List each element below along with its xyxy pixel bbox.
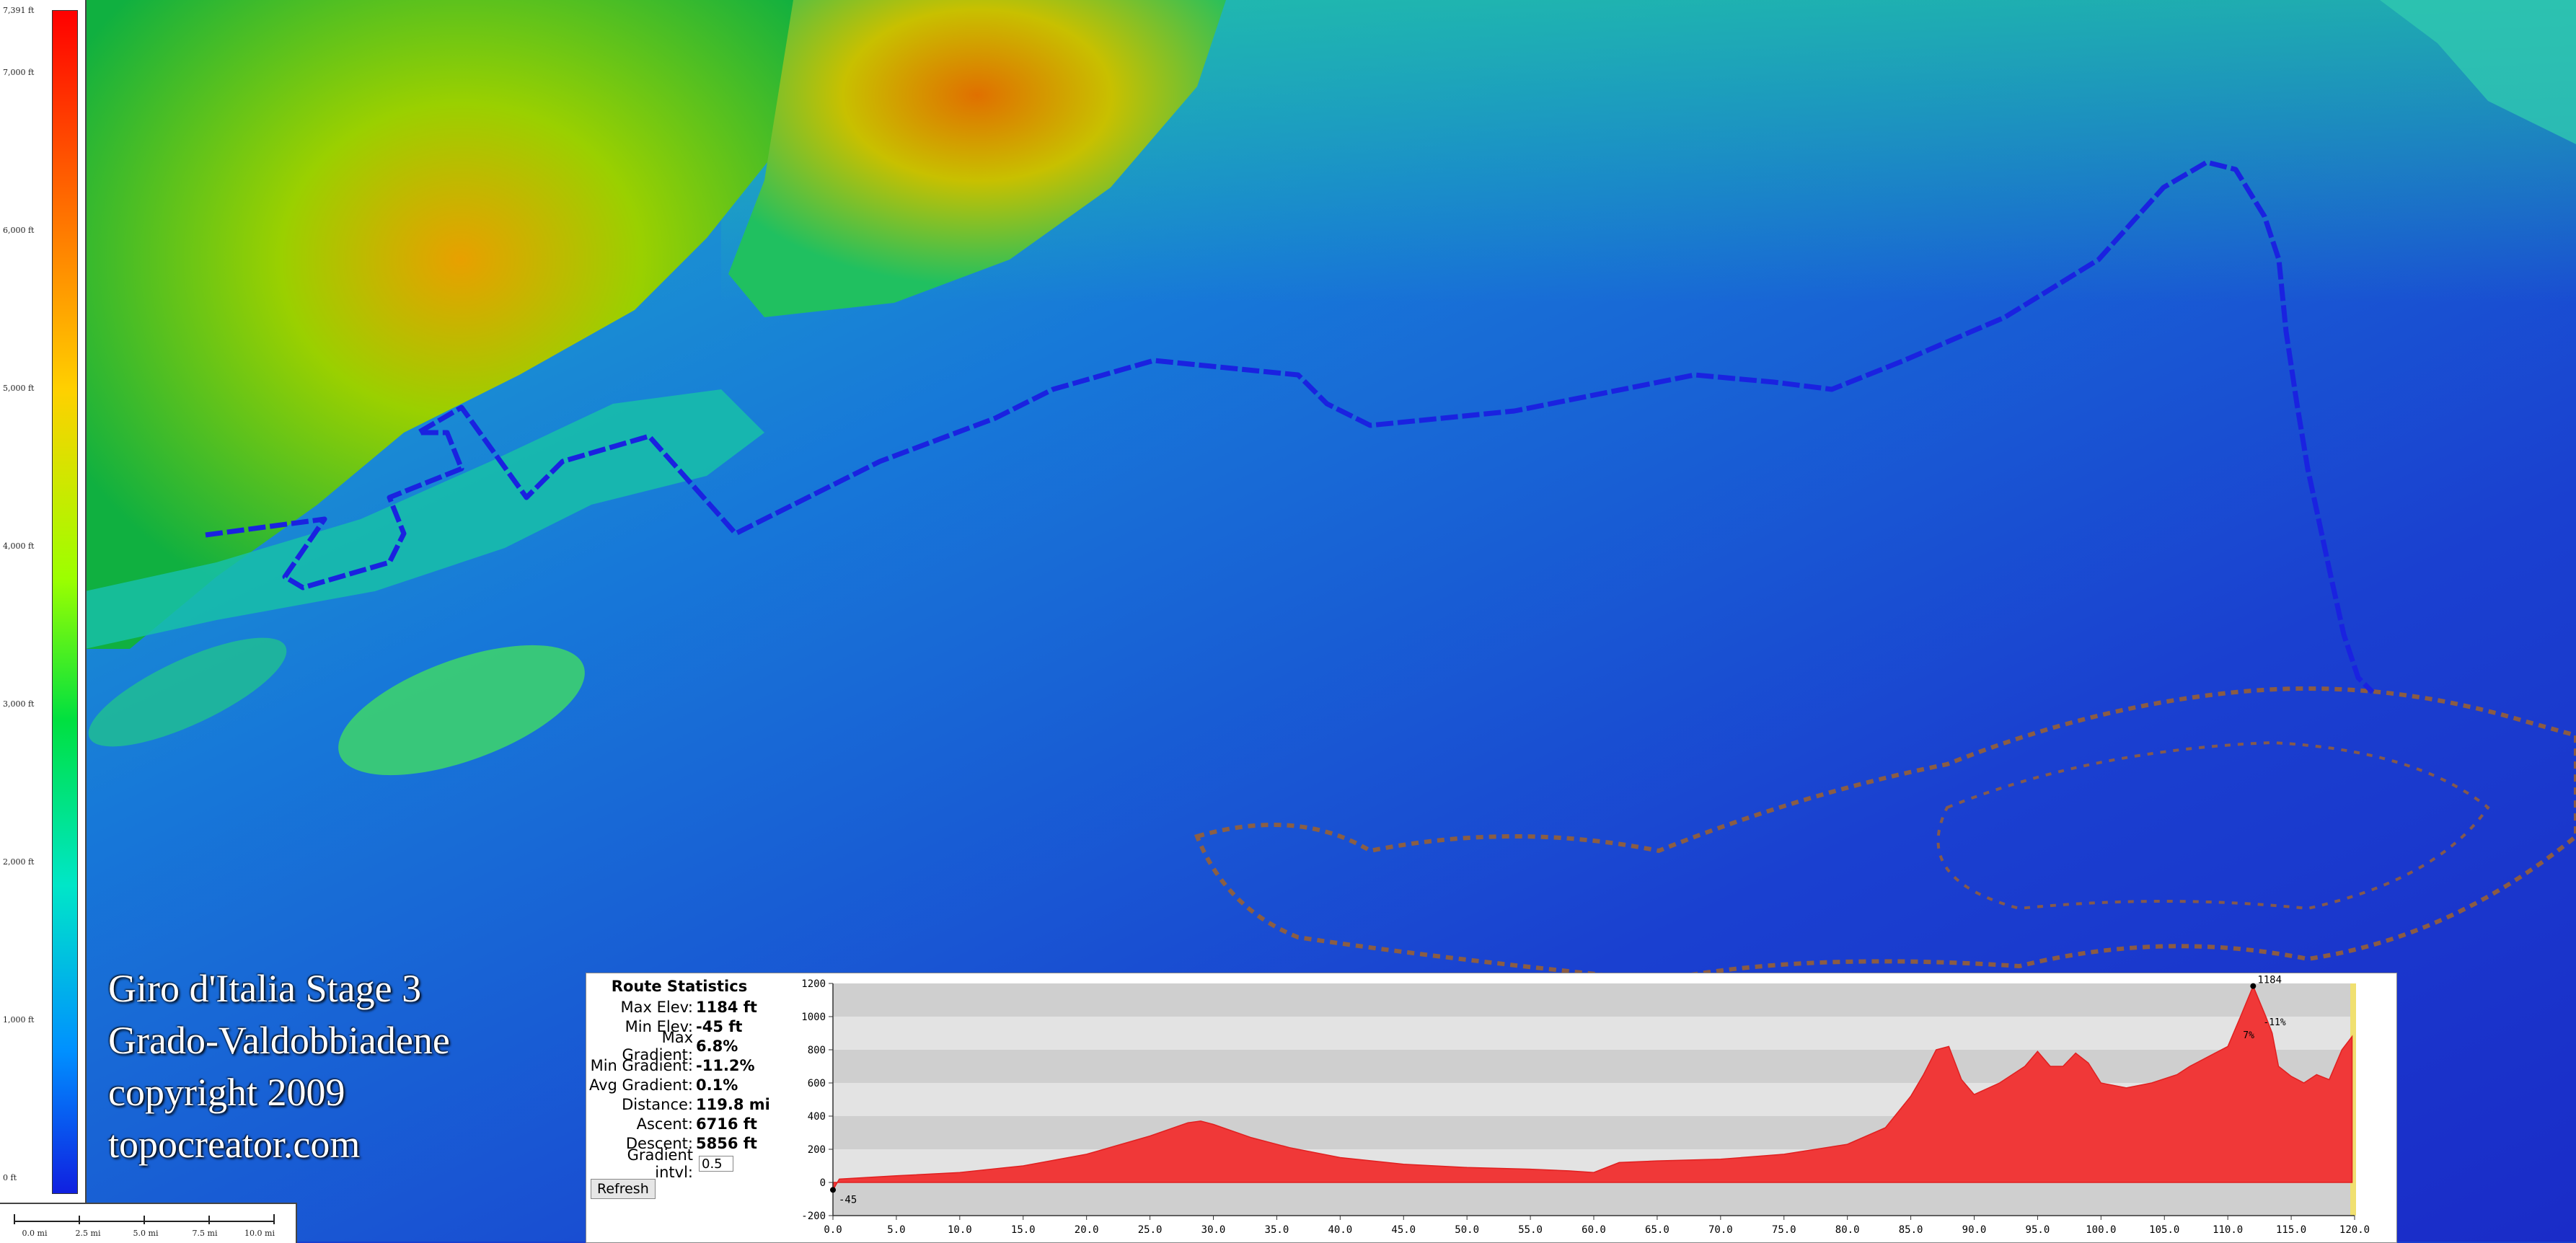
stat-label: Avg Gradient: (588, 1076, 693, 1094)
y-tick-label: 1000 (801, 1012, 826, 1023)
legend-label: 7,000 ft (3, 68, 35, 77)
x-tick-label: 105.0 (2149, 1224, 2179, 1236)
route-stats-heading: Route Statistics (611, 978, 748, 995)
refresh-button[interactable]: Refresh (591, 1179, 656, 1199)
x-tick-label: 95.0 (2026, 1224, 2050, 1236)
x-tick-label: 30.0 (1201, 1224, 1226, 1236)
legend-label: 2,000 ft (3, 857, 35, 867)
x-tick-label: 40.0 (1328, 1224, 1352, 1236)
profile-band (833, 1182, 2355, 1216)
elevation-color-ramp (52, 10, 78, 1194)
map-title-block: Giro d'Italia Stage 3 Grado-Valdobbiaden… (108, 963, 450, 1170)
stat-value: 0.1% (696, 1076, 738, 1094)
stat-value: 6.8% (696, 1037, 738, 1055)
elevation-profile-chart: 1200 1000 800 600 400 200 0 -200 0.0 5.0 10.0 15.0 2… (801, 975, 2370, 1236)
legend-label: 0 ft (3, 1173, 17, 1182)
legend-label: 1,000 ft (3, 1015, 35, 1025)
legend-label: 3,000 ft (3, 699, 35, 709)
title-line: Giro d'Italia Stage 3 (108, 967, 422, 1010)
x-tick-label: 85.0 (1899, 1224, 1923, 1236)
x-tick-label: 100.0 (2086, 1224, 2116, 1236)
legend-label: 4,000 ft (3, 541, 35, 551)
grade-label: -11% (2263, 1017, 2285, 1028)
y-tick-label: 800 (808, 1045, 826, 1056)
y-tick-label: 0 (820, 1177, 826, 1189)
stat-value: 119.8 mi (696, 1095, 770, 1113)
stat-row: Ascent: 6716 ft (586, 1114, 772, 1133)
title-line: Grado-Valdobbiadene (108, 1019, 450, 1062)
x-tick-label: 25.0 (1138, 1224, 1163, 1236)
x-tick-label: 10.0 (948, 1224, 972, 1236)
profile-band (833, 983, 2355, 1017)
y-tick-label: 600 (808, 1078, 826, 1089)
x-tick-label: 115.0 (2276, 1224, 2306, 1236)
stat-value: -45 ft (696, 1017, 743, 1035)
x-tick-label: 45.0 (1391, 1224, 1416, 1236)
y-tick-label: 200 (808, 1144, 826, 1156)
legend-label: 7,391 ft (3, 6, 35, 15)
stat-row: Avg Gradient: 0.1% (586, 1075, 772, 1094)
website-line: topocreator.com (108, 1123, 361, 1166)
stat-value: -11.2% (696, 1056, 755, 1074)
x-tick-label: 20.0 (1075, 1224, 1099, 1236)
x-tick-label: 60.0 (1582, 1224, 1606, 1236)
stat-value: 5856 ft (696, 1134, 757, 1152)
max-elevation-label: 1184 (2257, 975, 2282, 986)
y-tick-label: 400 (808, 1111, 826, 1123)
scale-label: 2.5 mi (75, 1229, 101, 1238)
elevation-legend: 7,391 ft 7,000 ft 6,000 ft 5,000 ft 4,00… (0, 0, 87, 1203)
x-tick-label: 65.0 (1645, 1224, 1669, 1236)
legend-label: 6,000 ft (3, 226, 35, 235)
x-tick-label: 50.0 (1455, 1224, 1479, 1236)
profile-band (833, 1017, 2355, 1050)
x-tick-label: 75.0 (1772, 1224, 1796, 1236)
stat-row: Distance: 119.8 mi (586, 1094, 772, 1114)
scale-label: 0.0 mi (22, 1229, 48, 1238)
x-tick-label: 15.0 (1011, 1224, 1036, 1236)
min-elevation-marker (830, 1187, 836, 1193)
scale-label: 7.5 mi (192, 1229, 218, 1238)
x-tick-label: 5.0 (887, 1224, 905, 1236)
route-stats: Route Statistics Max Elev: 1184 ft Min El… (586, 973, 772, 1242)
stat-value: 1184 ft (696, 998, 757, 1016)
gradient-interval-row: Gradient intvl: (586, 1146, 772, 1181)
copyright-line: copyright 2009 (108, 1071, 345, 1114)
x-tick-label: 0.0 (824, 1224, 842, 1236)
stat-label: Min Gradient: (590, 1056, 693, 1074)
stat-row: Max Gradient: 6.8% (586, 1029, 772, 1063)
x-tick-label: 70.0 (1708, 1224, 1733, 1236)
scale-label: 10.0 mi (244, 1229, 275, 1238)
stat-row: Max Elev: 1184 ft (586, 997, 772, 1017)
min-elevation-label: -45 (839, 1194, 857, 1206)
gradient-interval-input[interactable] (699, 1156, 733, 1172)
x-tick-label: 35.0 (1265, 1224, 1289, 1236)
stat-label: Ascent: (636, 1115, 693, 1133)
x-tick-label: 120.0 (2339, 1224, 2370, 1236)
stat-value: 6716 ft (696, 1115, 757, 1133)
x-tick-label: 80.0 (1835, 1224, 1860, 1236)
scale-bar: 0.0 mi 2.5 mi 5.0 mi 7.5 mi 10.0 mi (0, 1203, 297, 1243)
y-tick-label: -200 (801, 1211, 826, 1222)
gradient-interval-label: Gradient intvl: (627, 1146, 693, 1181)
stat-label: Max Elev: (620, 998, 693, 1016)
scale-label: 5.0 mi (133, 1229, 159, 1238)
x-tick-label: 90.0 (1962, 1224, 1987, 1236)
x-tick-label: 55.0 (1518, 1224, 1543, 1236)
stat-label: Distance: (622, 1095, 693, 1113)
route-statistics-panel: Route Statistics Max Elev: 1184 ft Min El… (586, 973, 2397, 1243)
max-elevation-marker (2250, 983, 2257, 989)
y-tick-label: 1200 (801, 978, 826, 990)
x-tick-label: 110.0 (2213, 1224, 2243, 1236)
legend-label: 5,000 ft (3, 384, 35, 393)
profile-band (833, 1050, 2355, 1083)
grade-label: 7% (2243, 1030, 2254, 1041)
scale-bar-graphic (14, 1214, 275, 1224)
stat-row: Min Gradient: -11.2% (586, 1056, 772, 1075)
